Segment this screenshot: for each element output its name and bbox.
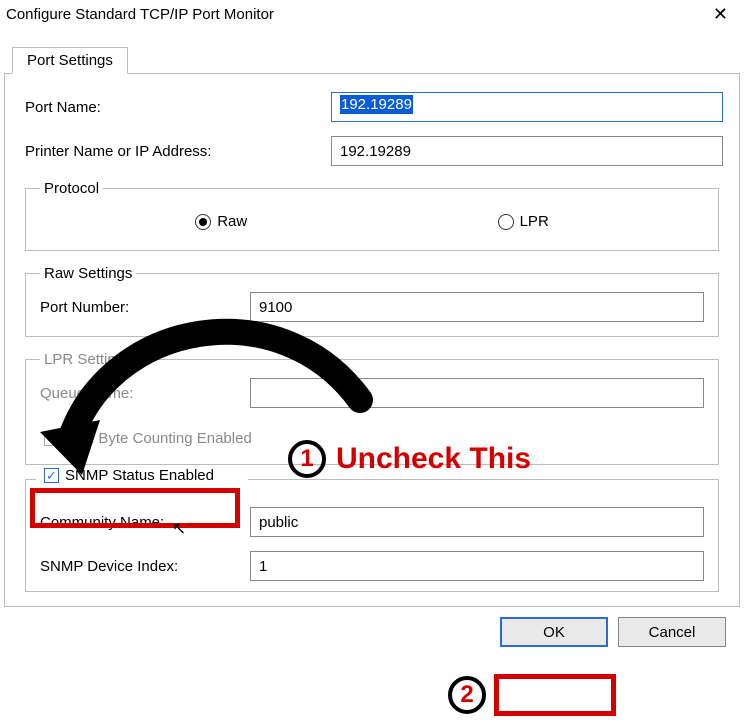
checkbox-icon [44, 431, 59, 446]
device-index-label: SNMP Device Index: [40, 558, 250, 575]
radio-raw-label: Raw [217, 213, 247, 230]
protocol-legend: Protocol [40, 180, 103, 197]
queue-name-input [250, 378, 704, 408]
lpr-settings-fieldset: LPR Settings Queue Name: LPR Byte Counti… [25, 351, 719, 465]
annotation-step-2-circle: 2 [448, 676, 486, 714]
ok-button[interactable]: OK [500, 617, 608, 647]
dialog-body: Port Settings Port Name: 192.19289 Print… [0, 29, 744, 651]
close-icon[interactable]: ✕ [707, 4, 734, 25]
device-index-input[interactable] [250, 551, 704, 581]
lpr-byte-counting-checkbox: LPR Byte Counting Enabled [40, 428, 256, 449]
annotation-step-2-number: 2 [460, 681, 473, 709]
radio-raw[interactable]: Raw [195, 213, 247, 230]
titlebar: Configure Standard TCP/IP Port Monitor ✕ [0, 0, 744, 29]
snmp-status-label: SNMP Status Enabled [65, 467, 214, 484]
row-printer-address: Printer Name or IP Address: [21, 136, 723, 166]
row-port-number: Port Number: [40, 292, 704, 322]
raw-settings-fieldset: Raw Settings Port Number: [25, 265, 719, 337]
row-port-name: Port Name: 192.19289 [21, 92, 723, 122]
lpr-byte-counting-label: LPR Byte Counting Enabled [65, 430, 252, 447]
tab-label: Port Settings [27, 52, 113, 69]
window-title: Configure Standard TCP/IP Port Monitor [6, 6, 274, 23]
snmp-fieldset: ✓ SNMP Status Enabled Community Name: SN… [25, 479, 719, 592]
tab-strip: Port Settings [4, 47, 740, 74]
port-number-label: Port Number: [40, 299, 250, 316]
cancel-button[interactable]: Cancel [618, 617, 726, 647]
community-name-label: Community Name: [40, 514, 250, 531]
radio-lpr-icon [498, 214, 514, 230]
row-device-index: SNMP Device Index: [40, 551, 704, 581]
row-community-name: Community Name: [40, 507, 704, 537]
printer-address-input[interactable] [331, 136, 723, 166]
row-queue-name: Queue Name: [40, 378, 704, 408]
tab-port-settings[interactable]: Port Settings [12, 47, 128, 74]
dialog-button-row: OK Cancel [4, 607, 740, 651]
annotation-highlight-box-2 [494, 674, 616, 716]
protocol-radio-row: Raw LPR [40, 207, 704, 236]
port-name-input[interactable]: 192.19289 [331, 92, 723, 122]
raw-settings-legend: Raw Settings [40, 265, 136, 282]
tab-panel: Port Name: 192.19289 Printer Name or IP … [4, 74, 740, 607]
port-number-input[interactable] [250, 292, 704, 322]
snmp-status-checkbox[interactable]: ✓ SNMP Status Enabled [40, 465, 218, 486]
printer-address-label: Printer Name or IP Address: [21, 143, 331, 160]
checkbox-icon: ✓ [44, 468, 59, 483]
queue-name-label: Queue Name: [40, 385, 250, 402]
community-name-input[interactable] [250, 507, 704, 537]
radio-raw-icon [195, 214, 211, 230]
lpr-settings-legend: LPR Settings [40, 351, 136, 368]
port-name-label: Port Name: [21, 99, 331, 116]
radio-lpr[interactable]: LPR [498, 213, 549, 230]
protocol-fieldset: Protocol Raw LPR [25, 180, 719, 251]
radio-lpr-label: LPR [520, 213, 549, 230]
port-name-value: 192.19289 [340, 95, 413, 114]
